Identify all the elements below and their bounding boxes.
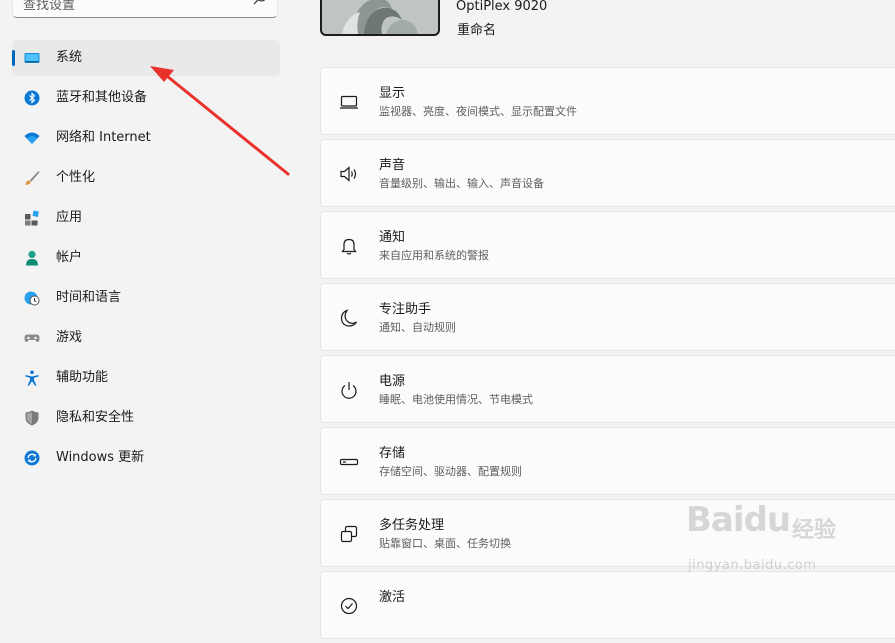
card-subtitle: 监视器、亮度、夜间模式、显示配置文件 xyxy=(379,105,577,118)
display-icon xyxy=(340,95,358,109)
sidebar-item-label: 帐户 xyxy=(56,250,83,265)
sidebar-item-privacy[interactable]: 隐私和安全性 xyxy=(12,400,280,436)
sidebar-item-accounts[interactable]: 帐户 xyxy=(12,240,280,276)
sidebar-item-label: 时间和语言 xyxy=(56,290,122,305)
watermark-url: jingyan.baidu.com xyxy=(688,558,817,573)
sidebar-item-accessibility[interactable]: 辅助功能 xyxy=(12,360,280,396)
card-power[interactable]: 电源 睡眠、电池使用情况、节电模式 xyxy=(320,355,895,423)
brush-icon xyxy=(25,171,40,185)
sidebar-item-gaming[interactable]: 游戏 xyxy=(12,320,280,356)
system-icon xyxy=(24,53,40,63)
account-icon xyxy=(26,250,38,266)
accessibility-icon xyxy=(25,370,39,386)
sidebar-item-label: 游戏 xyxy=(56,330,83,345)
apps-icon xyxy=(25,210,40,226)
watermark-brand-cn: 经验 xyxy=(792,518,837,543)
search-placeholder: 查找设置 xyxy=(23,0,76,13)
baidu-watermark: Baidu 经验 jingyan.baidu.com xyxy=(686,498,876,580)
wifi-icon xyxy=(24,132,40,144)
sidebar-item-label: 蓝牙和其他设备 xyxy=(56,90,148,105)
card-title: 专注助手 xyxy=(379,302,432,317)
card-subtitle: 音量级别、输出、输入、声音设备 xyxy=(379,177,544,190)
card-subtitle: 睡眠、电池使用情况、节电模式 xyxy=(379,393,533,406)
rename-link[interactable]: 重命名 xyxy=(457,19,496,38)
sidebar-item-label: 系统 xyxy=(56,50,83,65)
search-icon[interactable] xyxy=(252,0,268,6)
sidebar-item-label: 个性化 xyxy=(56,170,96,185)
bell-icon xyxy=(341,238,357,255)
card-sound[interactable]: 声音 音量级别、输出、输入、声音设备 xyxy=(320,139,895,207)
card-subtitle: 通知、自动规则 xyxy=(379,321,456,334)
sidebar-item-label: Windows 更新 xyxy=(56,450,145,465)
card-display[interactable]: 显示 监视器、亮度、夜间模式、显示配置文件 xyxy=(320,67,895,135)
card-subtitle: 存储空间、驱动器、配置规则 xyxy=(379,465,522,478)
sidebar-item-label: 网络和 Internet xyxy=(56,130,151,145)
annotation-arrow xyxy=(150,66,290,176)
sidebar-item-time-language[interactable]: 时间和语言 xyxy=(12,280,280,316)
gamepad-icon xyxy=(24,334,40,343)
device-wallpaper-thumbnail xyxy=(320,0,440,36)
card-title: 通知 xyxy=(379,230,406,245)
sidebar-item-apps[interactable]: 应用 xyxy=(12,200,280,236)
bluetooth-icon xyxy=(24,90,40,106)
sidebar-item-label: 应用 xyxy=(56,210,83,225)
power-icon xyxy=(341,382,357,399)
device-name: OptiPlex 9020 xyxy=(456,0,548,14)
card-title: 激活 xyxy=(379,590,406,605)
sidebar-item-label: 隐私和安全性 xyxy=(56,410,135,425)
card-title: 存储 xyxy=(379,446,406,461)
search-input[interactable]: 查找设置 xyxy=(12,0,278,18)
selection-indicator xyxy=(12,50,15,66)
moon-icon xyxy=(340,309,358,327)
card-title: 多任务处理 xyxy=(379,518,445,533)
card-subtitle: 来自应用和系统的警报 xyxy=(379,249,489,262)
card-title: 声音 xyxy=(379,158,406,173)
shield-icon xyxy=(25,410,39,426)
storage-icon xyxy=(339,458,359,466)
card-title: 显示 xyxy=(379,86,406,101)
card-title: 电源 xyxy=(379,374,406,389)
speaker-icon xyxy=(340,166,357,182)
clock-globe-icon xyxy=(24,291,40,306)
sidebar-item-label: 辅助功能 xyxy=(56,370,109,385)
sidebar-item-windows-update[interactable]: Windows 更新 xyxy=(12,440,280,476)
card-focus-assist[interactable]: 专注助手 通知、自动规则 xyxy=(320,283,895,351)
multitask-icon xyxy=(340,525,358,543)
card-storage[interactable]: 存储 存储空间、驱动器、配置规则 xyxy=(320,427,895,495)
activation-icon xyxy=(340,597,358,615)
card-activation[interactable]: 激活 xyxy=(320,571,895,639)
card-notifications[interactable]: 通知 来自应用和系统的警报 xyxy=(320,211,895,279)
watermark-brand: Baidu xyxy=(686,500,791,540)
card-subtitle: 贴靠窗口、桌面、任务切换 xyxy=(379,537,511,550)
update-icon xyxy=(24,450,40,466)
